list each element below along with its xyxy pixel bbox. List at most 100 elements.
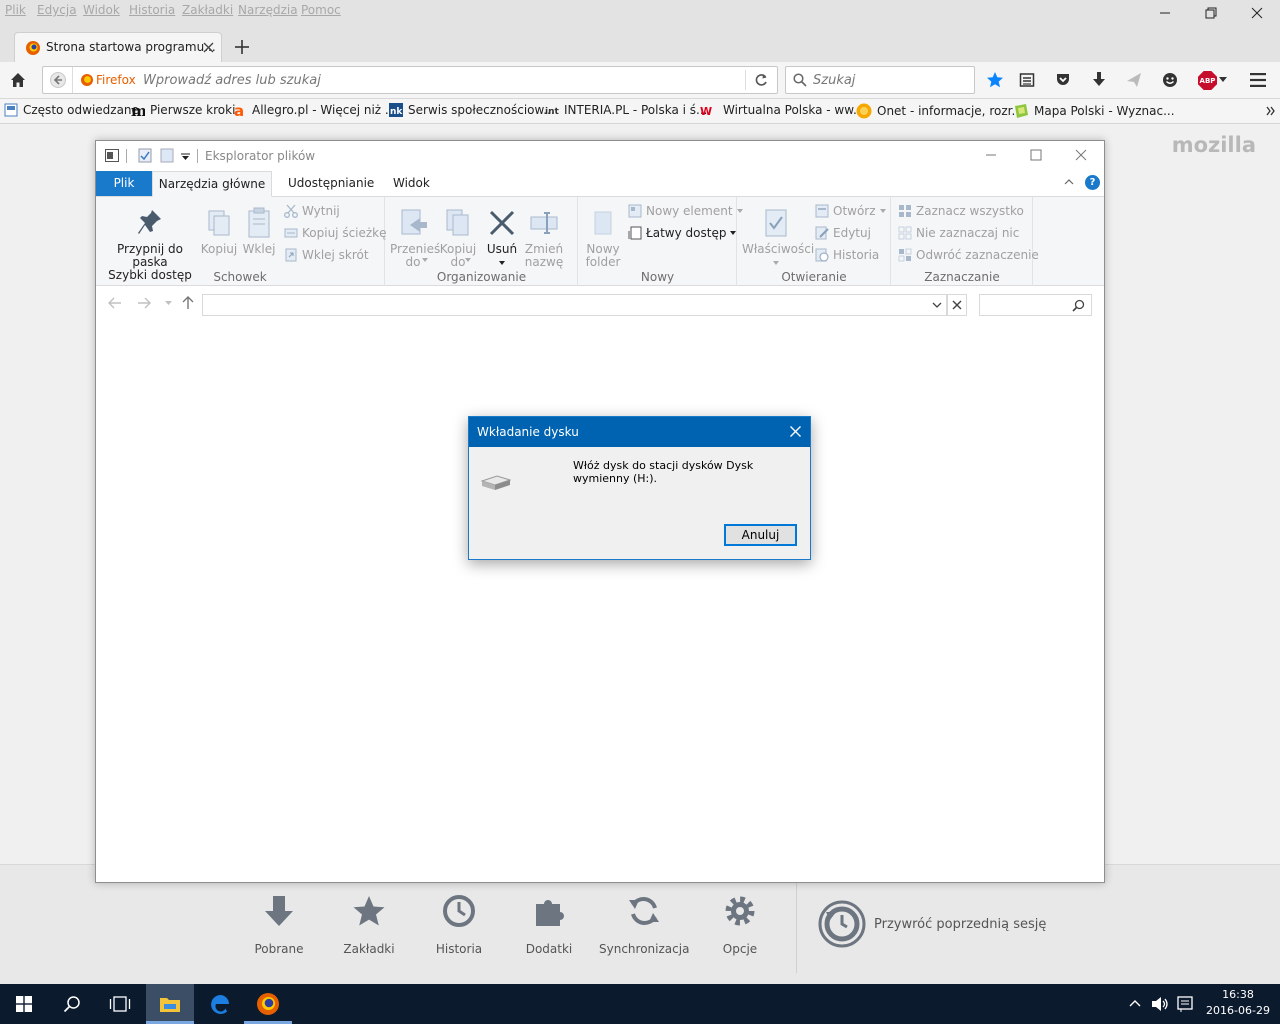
bookmarks-overflow-icon[interactable]: [1266, 106, 1276, 116]
reload-icon[interactable]: [754, 73, 768, 87]
home-icon[interactable]: [10, 72, 26, 88]
invert-selection-button[interactable]: Odwróć zaznaczenie: [898, 248, 1039, 262]
clock[interactable]: 16:38 2016-06-29: [1202, 987, 1274, 1019]
launcher-options[interactable]: Opcje: [695, 894, 785, 956]
tab-close-icon[interactable]: [203, 42, 214, 53]
action-center-icon[interactable]: [1177, 996, 1193, 1012]
history-button[interactable]: Historia: [815, 248, 879, 262]
downloads-icon[interactable]: [1091, 71, 1107, 89]
launcher-downloads[interactable]: Pobrane: [234, 894, 324, 956]
history-launch-icon: [443, 895, 475, 927]
bookmark-item[interactable]: Onet - informacje, rozr...: [856, 103, 1023, 119]
qat-properties-icon[interactable]: [138, 148, 152, 163]
bookmarks-toolbar: Często odwiedzane m Pierwsze kroki a Alleg…: [0, 99, 1280, 124]
menu-hamburger-icon[interactable]: [1250, 73, 1266, 87]
new-item-button[interactable]: Nowy element: [628, 204, 743, 218]
ribbon-collapse-icon[interactable]: [1064, 178, 1074, 185]
rename-button[interactable]: Zmień nazwę: [522, 203, 566, 269]
bookmark-item[interactable]: Często odwiedzane: [4, 103, 139, 117]
copy-button[interactable]: Kopiuj: [199, 203, 239, 256]
edit-button[interactable]: Edytuj: [815, 226, 871, 240]
nav-back-icon[interactable]: [108, 297, 122, 309]
new-folder-button[interactable]: Nowy folder: [581, 203, 625, 269]
cut-button[interactable]: Wytnij: [284, 204, 340, 218]
bookmark-item[interactable]: Mapa Polski - Wyznac...: [1013, 103, 1175, 119]
tab-udostepnianie[interactable]: Udostępnianie: [274, 171, 388, 197]
delete-button[interactable]: Usuń: [484, 203, 520, 265]
restore-icon: [1205, 7, 1217, 19]
dialog-close-icon[interactable]: [790, 426, 801, 437]
bookmark-item[interactable]: m Pierwsze kroki: [131, 103, 235, 117]
adblock-dropdown-icon[interactable]: [1219, 77, 1227, 83]
nav-forward-icon[interactable]: [137, 297, 151, 309]
pocket-icon[interactable]: [1055, 72, 1071, 88]
share-icon[interactable]: [1126, 72, 1142, 88]
bookmarks-list-icon[interactable]: [1019, 72, 1035, 88]
svg-text:int: int: [545, 107, 559, 117]
address-clear-button[interactable]: [947, 294, 967, 316]
firefox-taskbar-button[interactable]: [244, 984, 292, 1024]
tab-plik[interactable]: Plik: [96, 171, 152, 197]
tray-overflow-icon[interactable]: [1129, 999, 1141, 1007]
bookmark-item[interactable]: W Wirtualna Polska - ww...: [700, 103, 864, 117]
search-taskbar-button[interactable]: [48, 984, 96, 1024]
menu-historia[interactable]: Historia: [129, 3, 175, 17]
explorer-minimize-icon[interactable]: [985, 149, 997, 161]
qat-divider: [126, 149, 127, 163]
bookmark-star-icon[interactable]: [986, 71, 1004, 89]
nav-up-icon[interactable]: [182, 296, 194, 310]
open-button[interactable]: Otwórz: [815, 204, 886, 218]
address-dropdown-icon[interactable]: [932, 302, 942, 309]
hello-icon[interactable]: [1162, 72, 1178, 88]
launcher-addons[interactable]: Dodatki: [504, 894, 594, 956]
start-button[interactable]: [0, 984, 48, 1024]
bookmark-item[interactable]: int INTERIA.PL - Polska i ś...: [545, 103, 707, 117]
search-bar[interactable]: Szukaj: [785, 66, 975, 94]
minimize-button[interactable]: [1142, 2, 1188, 24]
task-view-button[interactable]: [96, 984, 144, 1024]
menu-widok[interactable]: Widok: [83, 3, 120, 17]
properties-button[interactable]: Właściwości: [742, 203, 814, 265]
menu-edycja[interactable]: Edycja: [37, 3, 77, 17]
new-tab-icon[interactable]: [235, 40, 249, 54]
qat-newfolder-icon[interactable]: [160, 148, 174, 163]
volume-icon[interactable]: [1151, 996, 1169, 1012]
address-field[interactable]: [202, 294, 947, 316]
menu-pomoc[interactable]: Pomoc: [301, 3, 341, 17]
explorer-taskbar-button[interactable]: [146, 984, 194, 1024]
restore-session-button[interactable]: Przywróć poprzednią sesję: [818, 900, 1046, 948]
move-to-icon: [401, 209, 427, 235]
move-to-button[interactable]: Przenieś do: [390, 203, 440, 269]
paste-shortcut-button[interactable]: Wklej skrót: [284, 248, 369, 262]
recent-locations-icon[interactable]: [165, 301, 172, 306]
explorer-maximize-icon[interactable]: [1030, 149, 1042, 161]
edge-taskbar-button[interactable]: [196, 984, 244, 1024]
menu-zakladki[interactable]: Zakładki: [182, 3, 233, 17]
help-icon[interactable]: ?: [1085, 175, 1100, 190]
cancel-button[interactable]: Anuluj: [724, 524, 797, 546]
menu-plik[interactable]: Plik: [5, 3, 26, 17]
explorer-search-input[interactable]: [979, 294, 1092, 316]
launcher-bookmarks[interactable]: Zakładki: [324, 894, 414, 956]
launcher-history[interactable]: Historia: [414, 894, 504, 956]
browser-tab[interactable]: Strona startowa programu...: [14, 32, 222, 62]
qat-customize-icon[interactable]: [181, 153, 190, 161]
select-none-button[interactable]: Nie zaznaczaj nic: [898, 226, 1019, 240]
bookmark-item[interactable]: nk Serwis społecznościow...: [389, 103, 555, 117]
bookmark-item[interactable]: a Allegro.pl - Więcej niż ...: [233, 103, 396, 117]
paste-button[interactable]: Wklej: [240, 203, 278, 256]
select-all-button[interactable]: Zaznacz wszystko: [898, 204, 1024, 218]
close-button[interactable]: [1234, 2, 1280, 24]
url-bar[interactable]: Firefox Wprowadź adres lub szukaj: [42, 66, 778, 94]
cut-label: Wytnij: [302, 204, 340, 218]
tab-narzedzia-glowne[interactable]: Narzędzia główne: [152, 171, 272, 197]
restore-button[interactable]: [1188, 2, 1234, 24]
copy-path-button[interactable]: Kopiuj ścieżkę: [284, 226, 387, 240]
menu-narzedzia[interactable]: Narzędzia: [238, 3, 298, 17]
tab-widok[interactable]: Widok: [379, 171, 444, 197]
easy-access-button[interactable]: Łatwy dostęp: [628, 226, 737, 240]
copy-to-button[interactable]: Kopiuj do: [437, 203, 479, 269]
explorer-close-icon[interactable]: [1075, 149, 1087, 161]
back-button[interactable]: [43, 67, 73, 93]
launcher-sync[interactable]: Synchronizacja: [599, 894, 689, 956]
